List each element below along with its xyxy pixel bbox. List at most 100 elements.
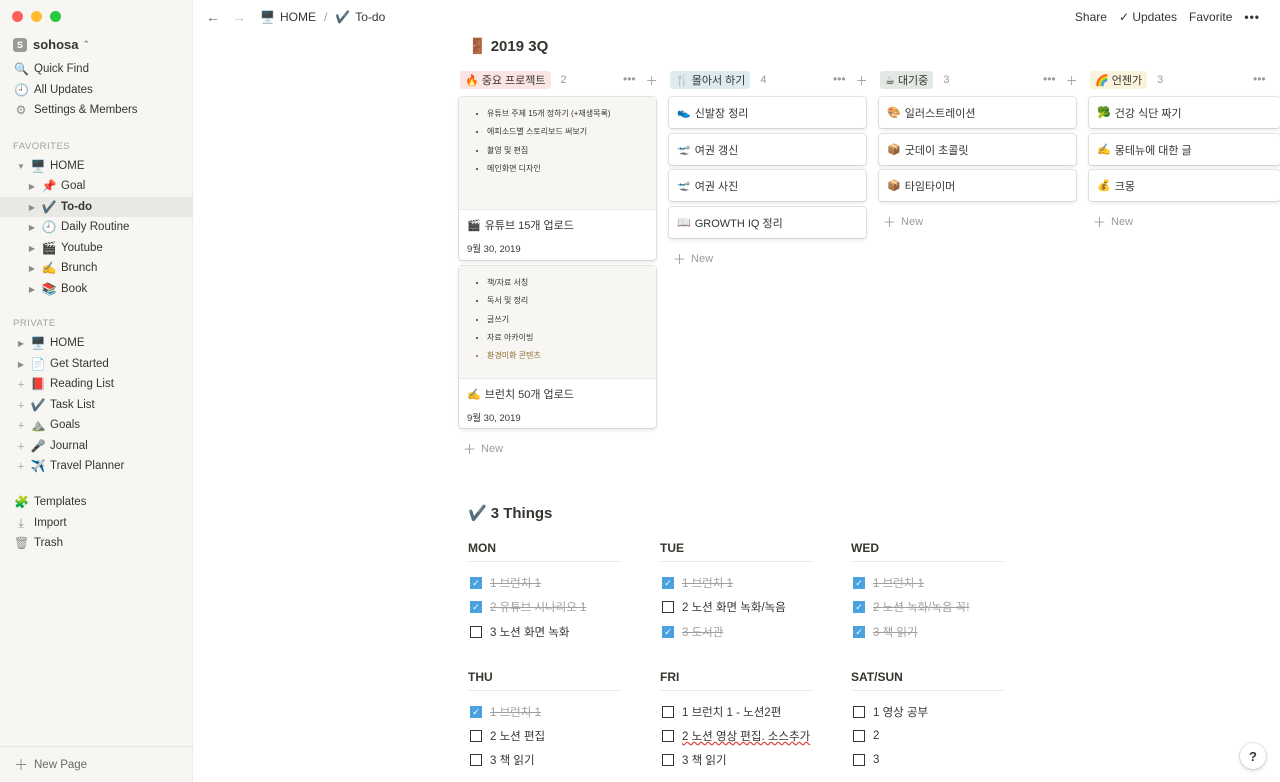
unchecked-checkbox[interactable] [470,730,482,742]
chevron-right-icon[interactable]: ▶ [27,264,37,273]
unchecked-checkbox[interactable] [662,730,674,742]
chevron-right-icon[interactable]: ▶ [16,360,26,369]
board-card[interactable]: 👟 신발장 정리 [669,97,866,128]
all-updates-button[interactable]: 🕘 All Updates [0,80,193,100]
plus-icon[interactable]: ＋ [856,72,868,89]
unchecked-checkbox[interactable] [662,706,674,718]
board-card[interactable]: 🥦 건강 식단 짜기 [1089,97,1280,128]
more-icon[interactable]: ••• [833,72,846,89]
todo-item[interactable]: ✓ 1 브런치 1 [470,703,541,721]
todo-item[interactable]: 2 노션 편집 [470,727,545,745]
checked-checkbox[interactable]: ✓ [853,577,865,589]
checked-checkbox[interactable]: ✓ [470,706,482,718]
chevron-right-icon[interactable]: ▶ [27,203,37,212]
plus-icon[interactable]: ＋ [646,72,658,89]
chevron-right-icon[interactable]: ▶ [27,285,37,294]
plus-icon[interactable]: ＋ [1066,72,1078,89]
private-item-travel-planner[interactable]: ＋ ✈️ Travel Planner [0,456,193,476]
favorite-button[interactable]: Favorite [1189,10,1232,24]
new-card-button[interactable]: ＋ New [463,439,503,458]
board-card[interactable]: 책/자료 서칭 독서 및 정리 글쓰기 자료 아카이빙 환경미화 콘텐츠 ✍️브… [459,266,656,428]
new-card-button[interactable]: ＋ New [1093,212,1133,231]
board-card[interactable]: ✍️ 몽테뉴에 대한 글 [1089,134,1280,165]
unchecked-checkbox[interactable] [853,754,865,766]
board-card[interactable]: 📦 타임타이머 [879,170,1076,201]
todo-item[interactable]: ✓ 1 브런치 1 [853,574,924,592]
todo-item[interactable]: 1 브런치 1 - 노션2편 [662,703,781,721]
todo-item[interactable]: ✓ 3 책 읽기 [853,623,918,641]
todo-item[interactable]: ✓ 1 브런치 1 [662,574,733,592]
board-card[interactable]: 🛫 여권 갱신 [669,134,866,165]
private-item-home[interactable]: ▶ 🖥️ HOME [0,333,193,353]
updates-button[interactable]: ✓ Updates [1119,10,1177,24]
todo-item[interactable]: ✓ 2 노션 녹화/녹음 꼭! [853,598,969,616]
todo-item[interactable]: ✓ 2 유튜브 시나리오 1 [470,598,586,616]
private-item-task-list[interactable]: ＋ ✔️ Task List [0,395,193,415]
unchecked-checkbox[interactable] [662,601,674,613]
checked-checkbox[interactable]: ✓ [853,626,865,638]
plus-icon[interactable]: ＋ [16,420,26,431]
todo-item[interactable]: 2 [853,727,879,745]
import-button[interactable]: ⤓ Import [0,513,193,533]
minimize-window-button[interactable] [31,11,42,22]
chevron-right-icon[interactable]: ▶ [27,223,37,232]
help-button[interactable]: ? [1240,743,1266,769]
new-card-button[interactable]: ＋ New [883,212,923,231]
private-item-get-started[interactable]: ▶ 📄 Get Started [0,354,193,374]
settings-members-button[interactable]: ⚙ Settings & Members [0,100,193,120]
board-card[interactable]: 📖 GROWTH IQ 정리 [669,207,866,238]
chevron-right-icon[interactable]: ▶ [27,244,37,253]
todo-item[interactable]: ✓ 1 브런치 1 [470,574,541,592]
share-button[interactable]: Share [1075,10,1107,24]
favorite-item-home[interactable]: ▼ 🖥️ HOME [0,156,193,176]
column-header-batch[interactable]: 🍴 몰아서 하기 4 [670,71,767,89]
chevron-right-icon[interactable]: ▶ [27,182,37,191]
maximize-window-button[interactable] [50,11,61,22]
board-card[interactable]: 📦 굿데이 초콜릿 [879,134,1076,165]
favorite-item-book[interactable]: ▶ 📚 Book [0,279,193,299]
board-card[interactable]: 유튜브 주제 15개 정하기 (+재생목록) 에피소드별 스토리보드 써보기 촬… [459,97,656,260]
checked-checkbox[interactable]: ✓ [662,626,674,638]
more-icon[interactable]: ••• [1253,72,1266,86]
todo-item[interactable]: 1 영상 공부 [853,703,928,721]
workspace-switcher[interactable]: S sohosa ⌃ [13,37,90,52]
private-item-journal[interactable]: ＋ 🎤 Journal [0,436,193,456]
favorite-item-brunch[interactable]: ▶ ✍️ Brunch [0,258,193,278]
breadcrumb-current[interactable]: To-do [355,10,385,24]
private-item-reading-list[interactable]: ＋ 📕 Reading List [0,374,193,394]
unchecked-checkbox[interactable] [470,626,482,638]
more-icon[interactable]: ••• [1043,72,1056,89]
favorite-item-daily-routine[interactable]: ▶ 🕘 Daily Routine [0,217,193,237]
more-options-button[interactable]: ••• [1244,10,1260,24]
unchecked-checkbox[interactable] [853,706,865,718]
more-icon[interactable]: ••• [623,72,636,89]
private-item-goals[interactable]: ＋ ⛰️ Goals [0,415,193,435]
todo-item[interactable]: 2 노션 화면 녹화/녹음 [662,598,786,616]
todo-item[interactable]: 2 노션 영상 편집. 소스추가 [662,727,810,745]
checked-checkbox[interactable]: ✓ [853,601,865,613]
forward-arrow-icon[interactable]: → [232,9,246,25]
quick-find-button[interactable]: 🔍 Quick Find [0,59,193,79]
column-header-important[interactable]: 🔥 중요 프로젝트 2 [460,71,567,89]
breadcrumb-home[interactable]: HOME [280,10,316,24]
chevron-right-icon[interactable]: ▶ [16,339,26,348]
todo-item[interactable]: 3 책 읽기 [662,751,727,769]
board-card[interactable]: 💰 크몽 [1089,170,1280,201]
unchecked-checkbox[interactable] [853,730,865,742]
board-card[interactable]: 🎨 일러스트레이션 [879,97,1076,128]
plus-icon[interactable]: ＋ [16,461,26,472]
checked-checkbox[interactable]: ✓ [662,577,674,589]
todo-item[interactable]: ✓ 3 도서관 [662,623,723,641]
new-card-button[interactable]: ＋ New [673,249,713,268]
chevron-down-icon[interactable]: ▼ [16,162,26,171]
favorite-item-youtube[interactable]: ▶ 🎬 Youtube [0,238,193,258]
column-header-someday[interactable]: 🌈 언젠가 3 [1090,71,1163,89]
board-card[interactable]: 🛫 여권 사진 [669,170,866,201]
trash-button[interactable]: 🗑 Trash [0,533,193,553]
unchecked-checkbox[interactable] [470,754,482,766]
plus-icon[interactable]: ＋ [16,441,26,452]
back-arrow-icon[interactable]: ← [206,9,220,25]
todo-item[interactable]: 3 책 읽기 [470,751,535,769]
plus-icon[interactable]: ＋ [16,379,26,390]
new-page-button[interactable]: ＋ New Page [0,746,193,782]
